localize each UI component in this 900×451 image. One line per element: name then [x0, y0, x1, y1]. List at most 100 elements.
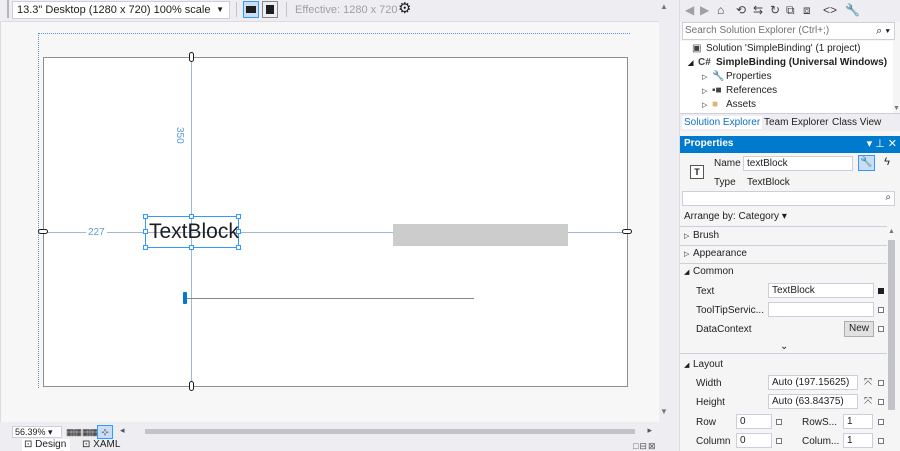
search-icon[interactable]: ⌕ ▾ [876, 23, 890, 39]
collapsed-arrow-icon: ▷ [684, 233, 690, 240]
device-select[interactable]: 13.3" Desktop (1280 x 720) 100% scale ▼ [12, 1, 230, 19]
property-search-input[interactable]: ⌕ [682, 191, 895, 206]
home-icon[interactable]: ⌂ [717, 3, 724, 17]
tree-item-properties[interactable]: ▷ 🔧 Properties [702, 70, 772, 84]
tab-solution-explorer[interactable]: Solution Explorer [682, 116, 763, 129]
tab-design[interactable]: ⊡ Design [22, 439, 70, 451]
property-marker-icon[interactable] [776, 419, 782, 425]
properties-view-button[interactable]: 🔧 [858, 155, 875, 171]
property-marker-icon[interactable] [878, 307, 884, 313]
expand-advanced-chevron-icon[interactable]: ⌄ [780, 341, 788, 352]
events-bolt-icon[interactable]: ϟ [880, 155, 894, 171]
scroll-right-icon[interactable]: ▸ [647, 425, 652, 436]
category-common[interactable]: ◢ Common [684, 266, 734, 277]
portrait-button[interactable] [262, 1, 278, 18]
left-anchor-icon[interactable] [38, 229, 48, 234]
view-code-icon[interactable]: <> [823, 3, 837, 17]
search-icon[interactable]: ⌕ [885, 192, 891, 203]
page-artboard[interactable] [43, 57, 628, 387]
resize-handle[interactable] [236, 214, 241, 219]
snap-grid-icon[interactable]: ▦▦ [82, 427, 98, 438]
designer-horizontal-scrollbar[interactable]: ◂ ▸ [120, 425, 652, 437]
zoom-select[interactable]: 56.39% ▾ [12, 426, 62, 438]
property-marker-icon[interactable] [878, 399, 884, 405]
property-marker-icon[interactable] [878, 288, 884, 294]
property-marker-icon[interactable] [878, 380, 884, 386]
row-property-input[interactable]: 0 [736, 414, 772, 429]
arrange-by-dropdown[interactable]: Arrange by: Category ▾ [684, 211, 787, 222]
bottom-anchor-icon[interactable] [189, 381, 194, 391]
rowspan-property-input[interactable]: 1 [843, 414, 873, 429]
tab-team-explorer[interactable]: Team Explorer [764, 116, 828, 129]
new-datacontext-button[interactable]: New [844, 321, 874, 337]
right-anchor-icon[interactable] [622, 229, 632, 234]
category-layout[interactable]: ◢ Layout [684, 359, 723, 370]
split-view-icons[interactable]: □⊟⊠ [633, 441, 657, 451]
slider-thumb[interactable] [183, 292, 187, 304]
properties-scrollbar[interactable]: ▲ [887, 226, 897, 451]
category-appearance[interactable]: ▷ Appearance [684, 248, 747, 259]
snap-to-snaplines-button[interactable]: ⊹ [97, 425, 113, 439]
resize-handle[interactable] [189, 245, 194, 250]
tree-item-project[interactable]: ◢ C# SimpleBinding (Universal Windows) [688, 56, 887, 70]
height-property-input[interactable]: Auto (63.84375) [768, 394, 858, 409]
divider [680, 353, 887, 354]
collapsed-arrow-icon[interactable]: ▷ [702, 71, 712, 85]
sync-icon[interactable]: ⇆ [753, 3, 763, 17]
expanded-arrow-icon[interactable]: ◢ [688, 57, 698, 71]
collapsed-arrow-icon[interactable]: ▷ [702, 85, 712, 99]
auto-size-icon[interactable]: ⤧ [864, 377, 872, 388]
slider-track[interactable] [186, 298, 474, 299]
name-field[interactable]: textBlock [743, 156, 853, 171]
collapse-all-icon[interactable]: ⧉ [786, 3, 795, 17]
landscape-button[interactable] [243, 1, 259, 18]
collapsed-arrow-icon: ▷ [684, 251, 690, 258]
settings-gear-icon[interactable]: ⚙ [398, 1, 411, 17]
resize-handle[interactable] [236, 229, 241, 234]
refresh-icon[interactable]: ↻ [770, 3, 780, 17]
forward-icon[interactable]: ▶ [700, 3, 709, 17]
property-marker-icon[interactable] [878, 326, 884, 332]
column-property-input[interactable]: 0 [736, 433, 772, 448]
resize-handle[interactable] [189, 214, 194, 219]
scroll-up-icon[interactable]: ▲ [660, 2, 668, 11]
selected-textblock[interactable]: TextBlock [145, 216, 239, 248]
property-marker-icon[interactable] [878, 438, 884, 444]
tooltip-property-input[interactable] [768, 302, 874, 317]
category-brush[interactable]: ▷ Brush [684, 230, 719, 241]
grid-toggle-icon[interactable]: ▦▦ [66, 427, 82, 438]
tab-class-view[interactable]: Class View [832, 116, 881, 129]
tree-item-references[interactable]: ▷ ▪■ References [702, 84, 777, 98]
tree-item-solution[interactable]: ▣ Solution 'SimpleBinding' (1 project) [682, 42, 860, 56]
text-property-input[interactable]: TextBlock [768, 283, 874, 298]
gray-rectangle-element[interactable] [393, 224, 568, 246]
designer-vertical-scrollbar[interactable]: ▲ ▼ [659, 0, 669, 422]
top-anchor-icon[interactable] [189, 52, 194, 62]
tab-xaml[interactable]: ⊡ XAML [80, 439, 128, 451]
back-icon[interactable]: ◀ [685, 3, 694, 17]
tree-item-assets[interactable]: ▷ ■ Assets [702, 98, 756, 112]
scrollbar-thumb[interactable] [145, 429, 635, 434]
resize-handle[interactable] [143, 229, 148, 234]
scroll-left-icon[interactable]: ◂ [120, 425, 125, 436]
scrollbar-thumb[interactable] [888, 240, 895, 410]
history-icon[interactable]: ⟲ [736, 3, 746, 17]
property-marker-icon[interactable] [878, 419, 884, 425]
show-all-files-icon[interactable]: ⧈ [803, 3, 811, 17]
solution-explorer-search[interactable]: Search Solution Explorer (Ctrl+;) ⌕ ▾ [682, 22, 895, 40]
collapsed-arrow-icon[interactable]: ▷ [702, 99, 712, 113]
solution-tree-scrollbar[interactable]: ▼ [893, 41, 900, 113]
resize-handle[interactable] [236, 245, 241, 250]
auto-size-icon[interactable]: ⤧ [864, 396, 872, 407]
properties-wrench-icon[interactable]: 🔧 [845, 3, 860, 17]
scroll-down-icon[interactable]: ▼ [893, 105, 900, 112]
category-label: Brush [693, 230, 720, 241]
scroll-up-icon[interactable]: ▲ [888, 228, 895, 235]
width-property-input[interactable]: Auto (197.15625) [768, 375, 858, 390]
panel-window-buttons[interactable]: ▾ ⊥ ✕ [867, 137, 897, 150]
colspan-property-input[interactable]: 1 [843, 433, 873, 448]
resize-handle[interactable] [143, 214, 148, 219]
resize-handle[interactable] [143, 245, 148, 250]
property-marker-icon[interactable] [776, 438, 782, 444]
scroll-down-icon[interactable]: ▼ [660, 407, 668, 416]
